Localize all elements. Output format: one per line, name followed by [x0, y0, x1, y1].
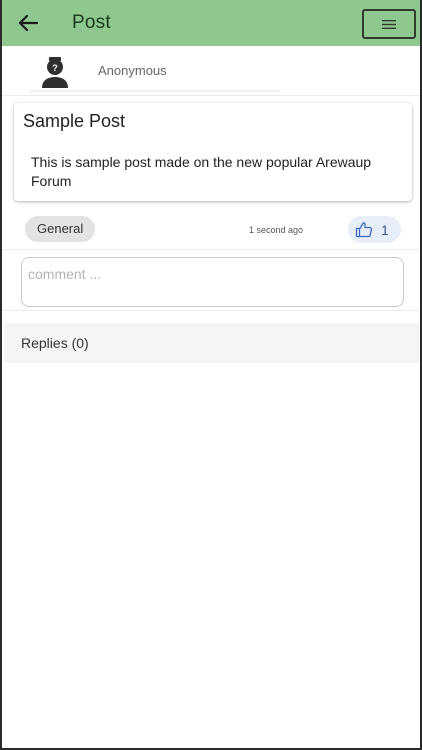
post-timestamp: 1 second ago [249, 225, 304, 235]
like-button[interactable]: 1 [348, 216, 401, 243]
divider [2, 310, 420, 311]
anonymous-user-avatar-icon: ? [36, 52, 74, 90]
like-count: 1 [381, 222, 389, 238]
post-card: Sample Post This is sample post made on … [14, 103, 412, 201]
author-divider [30, 90, 280, 93]
menu-button[interactable] [362, 9, 416, 39]
author-row: ? Anonymous [2, 46, 420, 96]
post-title: Sample Post [23, 111, 126, 131]
post-body: This is sample post made on the new popu… [31, 154, 372, 189]
app-frame: Post ? Anonymous Sample Post This is sam… [0, 0, 422, 750]
comment-input[interactable] [21, 257, 404, 307]
page-title: Post [72, 12, 111, 33]
back-button[interactable] [14, 9, 42, 37]
divider [2, 95, 420, 96]
thumbs-up-icon [355, 222, 373, 238]
post-meta-row: General 1 second ago 1 [2, 212, 420, 248]
svg-text:?: ? [52, 63, 58, 73]
arrow-left-icon [18, 14, 39, 32]
hamburger-menu-icon [382, 19, 396, 29]
divider [2, 249, 420, 250]
author-name[interactable]: Anonymous [98, 63, 167, 78]
category-chip[interactable]: General [25, 216, 96, 242]
app-bar: Post [2, 0, 420, 46]
replies-header[interactable]: Replies (0) [4, 323, 420, 363]
replies-label: Replies (0) [21, 335, 89, 351]
